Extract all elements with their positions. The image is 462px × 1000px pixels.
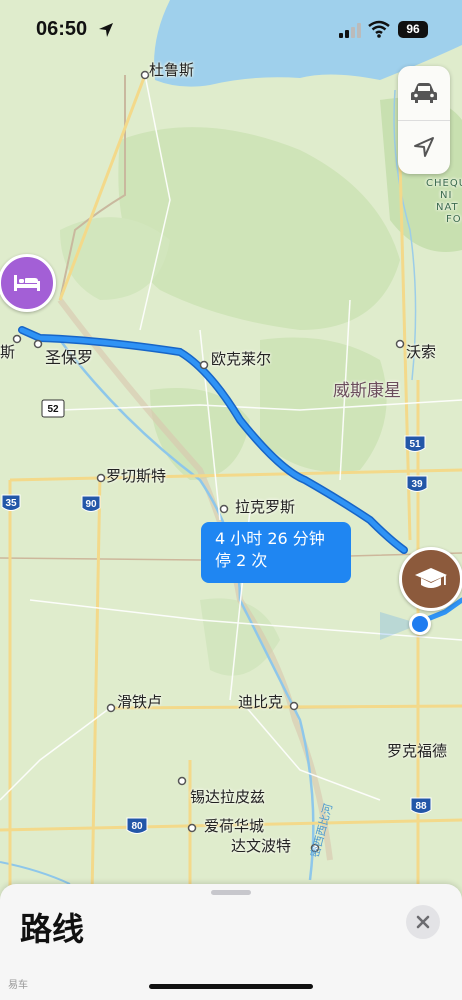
close-icon — [416, 915, 430, 929]
city-label-minneapolis: 斯 — [0, 343, 16, 361]
highway-shield-88: 88 — [410, 797, 432, 814]
watermark: 易车 — [8, 980, 28, 991]
park-label-line: NAT — [436, 202, 459, 213]
directions-sheet[interactable]: 路线 易车 — [0, 884, 462, 1000]
bed-icon — [14, 275, 40, 291]
city-label-rockford: 罗克福德 — [387, 742, 448, 760]
city-label-rochester: 罗切斯特 — [106, 467, 167, 485]
status-time: 06:50 — [36, 18, 88, 40]
start-pin-hotel[interactable] — [0, 254, 56, 312]
city-dot-duluth — [140, 70, 150, 80]
city-label-eau-claire: 欧克莱尔 — [211, 350, 272, 368]
sheet-grabber[interactable] — [211, 890, 251, 895]
city-label-wausau: 沃索 — [406, 343, 437, 361]
city-label-waterloo: 滑铁卢 — [117, 693, 163, 711]
city-label-davenport: 达文波特 — [231, 837, 292, 855]
highway-shield-51: 51 — [404, 435, 426, 452]
highway-shield-39: 39 — [406, 475, 428, 492]
highway-shield-52: 52 — [41, 399, 65, 418]
park-label-line: CHEQU — [426, 178, 462, 189]
destination-pin-school[interactable] — [399, 547, 462, 611]
user-location-dot[interactable] — [409, 613, 431, 635]
current-location-button[interactable] — [398, 120, 450, 174]
location-arrow-icon — [99, 23, 113, 37]
svg-text:90: 90 — [85, 499, 97, 510]
city-label-la-crosse: 拉克罗斯 — [235, 498, 296, 516]
highway-shield-35: 35 — [1, 494, 21, 511]
svg-text:39: 39 — [411, 479, 423, 490]
highway-shield-90: 90 — [81, 495, 101, 512]
battery-indicator: 96 — [398, 21, 428, 38]
city-label-iowa-city: 爱荷华城 — [204, 817, 265, 835]
city-label-cedar-rapids: 锡达拉皮兹 — [190, 788, 266, 806]
svg-text:88: 88 — [415, 801, 427, 812]
car-icon — [411, 83, 437, 103]
highway-shield-80: 80 — [126, 817, 148, 834]
park-label-line: FO — [446, 214, 462, 225]
status-bar: 06:50 96 — [0, 0, 462, 60]
svg-text:80: 80 — [131, 821, 143, 832]
city-label-dubuque: 迪比克 — [238, 693, 284, 711]
location-arrow-outline-icon — [414, 137, 434, 157]
sheet-title: 路线 — [20, 910, 85, 948]
route-duration: 4 小时 26 分钟 — [215, 529, 325, 548]
region-label-wisconsin: 威斯康星 — [333, 381, 401, 401]
city-label-st-paul: 圣保罗 — [45, 348, 94, 367]
svg-text:52: 52 — [47, 404, 59, 415]
park-label-line: NI — [440, 190, 453, 201]
route-summary-callout[interactable]: 4 小时 26 分钟 停 2 次 — [201, 522, 351, 583]
svg-text:51: 51 — [409, 439, 421, 450]
cellular-signal-icon — [339, 23, 361, 38]
driving-mode-button[interactable] — [398, 66, 450, 121]
map-controls — [398, 66, 450, 174]
close-button[interactable] — [406, 905, 440, 939]
wifi-icon — [368, 20, 390, 38]
home-indicator — [149, 984, 313, 989]
route-stops: 停 2 次 — [215, 551, 268, 570]
graduation-cap-icon — [415, 568, 447, 588]
svg-text:35: 35 — [5, 498, 17, 509]
city-label-duluth: 杜鲁斯 — [149, 61, 195, 79]
national-forest-label: CHEQU NI NAT FO — [426, 178, 462, 226]
